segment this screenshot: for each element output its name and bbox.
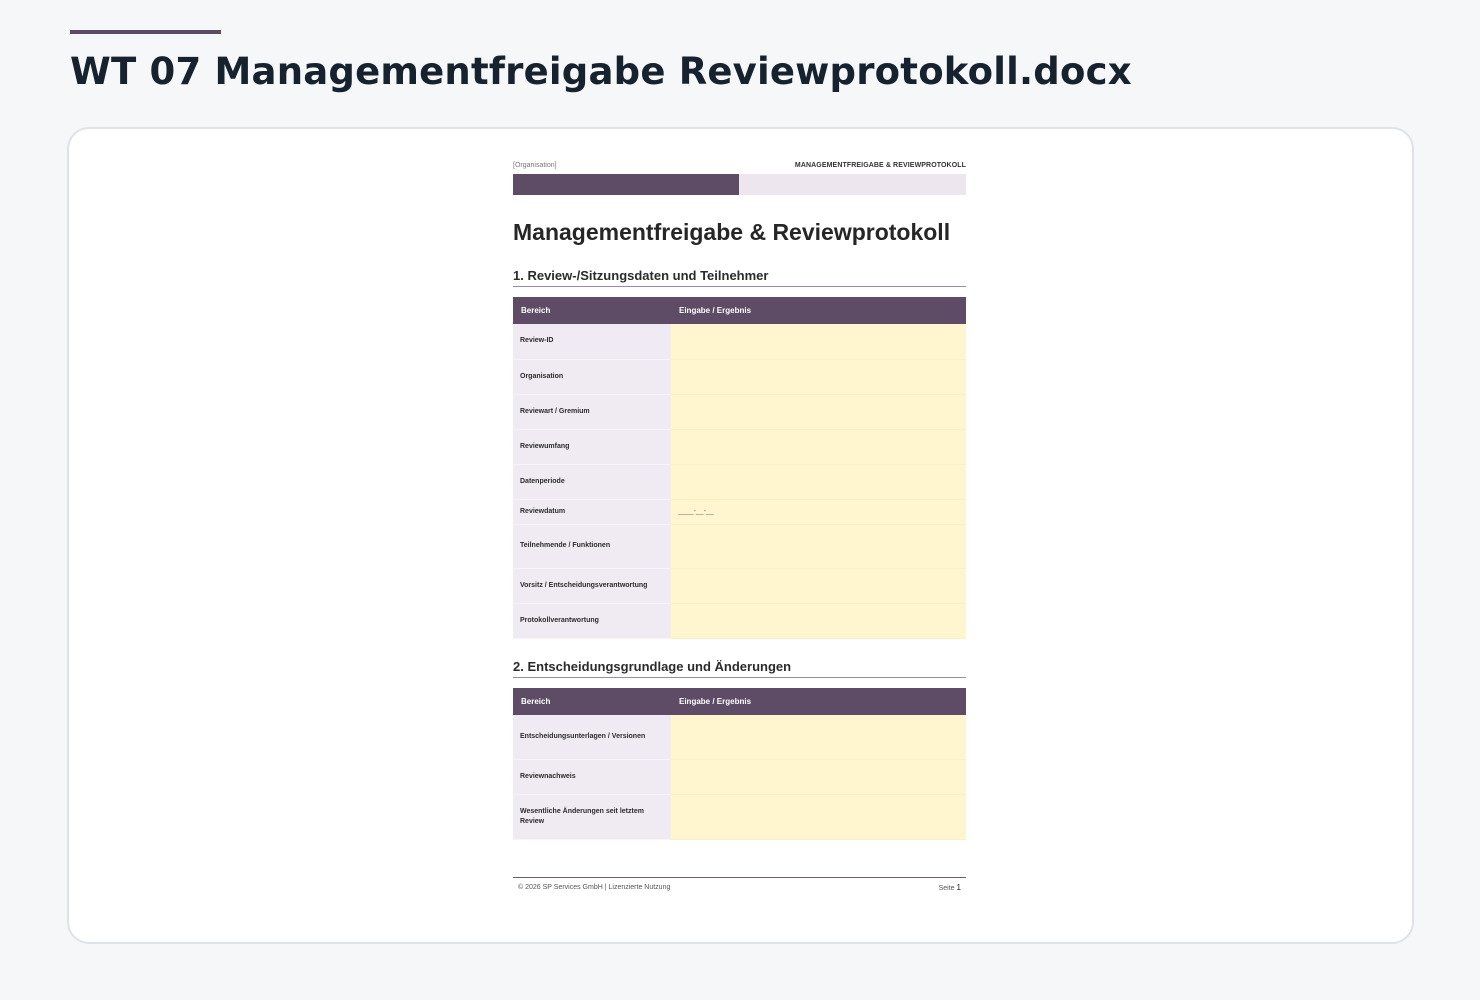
file-title: WT 07 Managementfreigabe Reviewprotokoll… bbox=[70, 50, 1132, 93]
header-band-accent bbox=[513, 174, 739, 195]
row-input[interactable] bbox=[671, 714, 966, 760]
footer-page-label: Seite bbox=[938, 885, 955, 892]
table-row: Teilnehmende / Funktionen bbox=[513, 524, 966, 569]
row-label: Vorsitz / Entscheidungsverantwortung bbox=[513, 568, 671, 604]
row-label: Review-ID bbox=[513, 324, 671, 360]
row-input[interactable] bbox=[671, 603, 966, 639]
table-row: Vorsitz / Entscheidungsverantwortung bbox=[513, 568, 966, 604]
table-row: Review-ID bbox=[513, 324, 966, 360]
table-row: Reviewnachweis bbox=[513, 759, 966, 795]
table-row: Reviewumfang bbox=[513, 429, 966, 465]
footer-page-number: 1 bbox=[956, 883, 961, 892]
row-input[interactable] bbox=[671, 394, 966, 430]
row-label: Datenperiode bbox=[513, 464, 671, 500]
header-organisation: [Organisation] bbox=[513, 162, 557, 169]
row-label: Reviewdatum bbox=[513, 499, 671, 525]
table-row: Reviewdatum ____-__-__ bbox=[513, 499, 966, 525]
row-input[interactable] bbox=[671, 524, 966, 569]
document-title: Managementfreigabe & Reviewprotokoll bbox=[513, 219, 951, 245]
row-input[interactable] bbox=[671, 429, 966, 465]
header-band bbox=[513, 174, 966, 195]
table-row: Protokollverantwortung bbox=[513, 603, 966, 639]
section-1-title: 1. Review-/Sitzungsdaten und Teilnehmer bbox=[513, 268, 966, 287]
section-1-table: Bereich Eingabe / Ergebnis Review-ID Org… bbox=[513, 297, 966, 639]
section-2-table: Bereich Eingabe / Ergebnis Entscheidungs… bbox=[513, 687, 966, 840]
footer-page: Seite 1 bbox=[939, 883, 961, 892]
date-input[interactable]: ____-__-__ bbox=[671, 499, 966, 525]
row-input[interactable] bbox=[671, 759, 966, 795]
row-input[interactable] bbox=[671, 794, 966, 840]
row-label: Wesentliche Änderungen seit letztem Revi… bbox=[513, 794, 671, 840]
row-label: Reviewumfang bbox=[513, 429, 671, 465]
document-page: [Organisation] MANAGEMENTFREIGABE & REVI… bbox=[513, 160, 966, 897]
row-input[interactable] bbox=[671, 568, 966, 604]
table-row: Wesentliche Änderungen seit letztem Revi… bbox=[513, 794, 966, 840]
row-label: Organisation bbox=[513, 359, 671, 395]
table-header-row: Bereich Eingabe / Ergebnis bbox=[513, 687, 966, 715]
column-header-bereich: Bereich bbox=[513, 297, 671, 324]
table-row: Entscheidungsunterlagen / Versionen bbox=[513, 714, 966, 760]
page-footer: © 2026 SP Services GmbH | Lizenzierte Nu… bbox=[513, 877, 966, 897]
row-input[interactable] bbox=[671, 324, 966, 360]
row-input[interactable] bbox=[671, 359, 966, 395]
column-header-eingabe: Eingabe / Ergebnis bbox=[671, 687, 966, 715]
title-accent-bar bbox=[70, 30, 221, 34]
page-header: [Organisation] MANAGEMENTFREIGABE & REVI… bbox=[513, 160, 966, 172]
column-header-eingabe: Eingabe / Ergebnis bbox=[671, 297, 966, 324]
table-header-row: Bereich Eingabe / Ergebnis bbox=[513, 297, 966, 324]
row-label: Teilnehmende / Funktionen bbox=[513, 524, 671, 569]
section-2-title: 2. Entscheidungsgrundlage und Änderungen bbox=[513, 659, 966, 678]
row-input[interactable] bbox=[671, 464, 966, 500]
table-row: Organisation bbox=[513, 359, 966, 395]
row-label: Reviewart / Gremium bbox=[513, 394, 671, 430]
table-row: Reviewart / Gremium bbox=[513, 394, 966, 430]
header-document-title: MANAGEMENTFREIGABE & REVIEWPROTOKOLL bbox=[794, 162, 966, 169]
row-label: Entscheidungsunterlagen / Versionen bbox=[513, 714, 671, 760]
footer-copyright: © 2026 SP Services GmbH | Lizenzierte Nu… bbox=[518, 884, 671, 891]
row-label: Protokollverantwortung bbox=[513, 603, 671, 639]
column-header-bereich: Bereich bbox=[513, 687, 671, 715]
table-row: Datenperiode bbox=[513, 464, 966, 500]
row-label: Reviewnachweis bbox=[513, 759, 671, 795]
